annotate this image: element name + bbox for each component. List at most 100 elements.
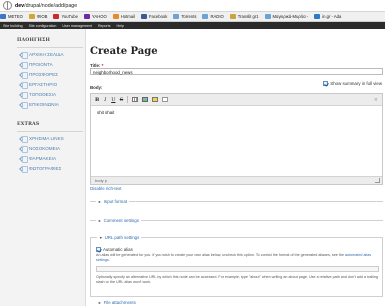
sidebar-item-label: ΕΠΙΚΟΙΝΩΝΙΑ (29, 102, 59, 107)
sidebar-item[interactable]: ΠΡΟΣΦΟΡΕΣ (19, 71, 85, 79)
chevron-icon (19, 165, 28, 173)
bookmark-favicon-icon (83, 14, 90, 19)
admin-menu-item[interactable]: Site configuration (29, 24, 57, 28)
sidebar-item[interactable]: ΤΟΠΟΘΕΣΙΑ (19, 91, 85, 99)
input-format-toggle[interactable]: ► Input format (96, 199, 129, 204)
resize-grip-icon[interactable] (375, 178, 380, 183)
bookmark-label: YAHOO (91, 14, 107, 19)
sidebar-item-label: ΕΡΓΑΣΤΗΡΙΟ (29, 82, 58, 87)
bookmark-label: in.gr - Ada (322, 14, 342, 19)
strikethrough-button[interactable]: S (119, 97, 123, 103)
disable-rich-text-link[interactable]: Disable rich-text (90, 186, 121, 191)
bookmark-item[interactable]: YAHOO (83, 14, 107, 19)
bookmark-label: METEO (8, 14, 23, 19)
globe-icon (3, 1, 12, 10)
rich-text-editor[interactable]: B I U S × shit shait body p (90, 93, 383, 185)
editor-content[interactable]: shit shait (91, 106, 382, 119)
sidebar-item[interactable]: ΠΡΟΙΟΝΤΑ (19, 61, 85, 69)
sidebar-item-label: ΠΡΟΣΦΟΡΕΣ (29, 72, 59, 77)
bookmark-item[interactable]: RADIO (202, 14, 224, 19)
chevron-icon (19, 101, 28, 109)
automatic-alias-checkbox[interactable] (96, 247, 101, 252)
show-summary-toggle[interactable]: Show summary in full view (323, 81, 382, 86)
chevron-icon (19, 155, 28, 163)
sidebar-item[interactable]: ΕΡΓΑΣΤΗΡΙΟ (19, 81, 85, 89)
bookmark-item[interactable]: Μαγειρικά-Μυρίτα - (264, 14, 308, 19)
admin-menu-item[interactable]: Site building (3, 24, 23, 28)
bookmark-label: Translit gr1 (237, 14, 259, 19)
bookmark-favicon-icon (264, 14, 271, 19)
sidebar-item[interactable]: ΝΟΣΟΚΟΜΕΙΑ (19, 145, 85, 153)
bookmark-item[interactable]: Facebook (140, 14, 168, 19)
sidebar-item[interactable]: ΦΩΤΟΓΡΑΦΙΕΣ (19, 165, 85, 173)
bookmark-item[interactable]: YouTube (53, 14, 78, 19)
underline-button[interactable]: U (111, 97, 115, 103)
bookmark-item[interactable]: in.gr - Ada (314, 14, 341, 19)
sidebar-item-label: ΧΡΗΣΙΜΑ LINKS (29, 136, 64, 141)
input-format-label: Input format (103, 199, 127, 204)
admin-menu-item[interactable]: Reports (98, 24, 111, 28)
table-icon[interactable] (132, 97, 139, 102)
admin-menu-item[interactable]: User management (62, 24, 92, 28)
collapsed-arrow-icon: ► (98, 199, 102, 204)
body-label: Body: (90, 85, 103, 90)
bookmark-item[interactable]: Translit gr1 (229, 14, 259, 19)
expanded-arrow-icon: ▼ (99, 235, 103, 240)
editor-statusbar: body p (91, 176, 382, 184)
italic-button[interactable]: I (103, 97, 107, 103)
bookmark-favicon-icon (28, 14, 35, 19)
bookmark-label: RADIO (210, 14, 224, 19)
bookmark-label: Facebook (148, 14, 168, 19)
sidebar-item-label: ΤΟΠΟΘΕΣΙΑ (29, 92, 57, 97)
format-icon[interactable] (162, 97, 169, 102)
admin-toolbar: Site building Site configuration User mana… (0, 22, 385, 29)
url-text[interactable]: dev/drupal/node/add/page (15, 3, 77, 9)
alias-help-text: Optionally specify an alternative URL by… (96, 275, 378, 284)
bookmark-favicon-icon (0, 14, 6, 19)
automatic-alias-toggle[interactable]: Automatic alias (96, 247, 133, 252)
comment-settings-fieldset: ► Comment settings (90, 218, 383, 223)
chevron-icon (19, 51, 28, 59)
sidebar-item[interactable]: ΑΡΧΙΚΗ ΣΕΛΙΔΑ (19, 51, 85, 59)
show-summary-label: Show summary in full view (330, 81, 382, 86)
sidebar-item-label: ΝΟΣΟΚΟΜΕΙΑ (29, 146, 61, 151)
chevron-icon (19, 145, 28, 153)
sidebar: ΠΛΟΗΓΗΣΗ ΑΡΧΙΚΗ ΣΕΛΙΔΑ ΠΡΟΙΟΝΤΑ ΠΡΟΣΦΟΡΕΣ Ε… (0, 29, 86, 306)
bookmark-item[interactable]: METEO (0, 14, 23, 19)
file-attachments-toggle[interactable]: ► File attachments (96, 300, 138, 305)
editor-close-icon[interactable]: × (374, 97, 378, 103)
sidebar-item[interactable]: ΧΡΗΣΙΜΑ LINKS (19, 135, 85, 143)
divider (17, 47, 83, 48)
title-input[interactable]: neighborhood_news (90, 68, 383, 75)
sidebar-item[interactable]: ΦΑΡΜΑΚΕΙΑ (19, 155, 85, 163)
bookmarks-bar: METEO ΦΙΟΒ YouTube YAHOO Hotmail Facebook Torr… (0, 12, 385, 22)
sidebar-item[interactable]: ΕΠΙΚΟΙΝΩΝΙΑ (19, 101, 85, 109)
bookmark-label: ΦΙΟΒ (36, 14, 48, 19)
address-bar[interactable]: dev/drupal/node/add/page (0, 0, 385, 12)
bookmark-item[interactable]: Torrents (173, 14, 196, 19)
text-color-icon[interactable] (152, 97, 159, 102)
url-path-settings-label: URL path settings (104, 235, 140, 240)
comment-settings-toggle[interactable]: ► Comment settings (96, 218, 141, 223)
bookmark-item[interactable]: ΦΙΟΒ (28, 14, 48, 19)
bookmark-label: YouTube (61, 14, 78, 19)
toolbar-separator (127, 96, 129, 103)
bookmark-label: Hotmail (120, 14, 135, 19)
bookmark-favicon-icon (53, 14, 60, 19)
main-content: Create Page Title: * neighborhood_news S… (86, 29, 385, 306)
admin-menu-item[interactable]: Help (117, 24, 124, 28)
url-path-settings-toggle[interactable]: ▼ URL path settings (97, 235, 142, 240)
url-alias-input[interactable] (96, 266, 379, 272)
page-title: Create Page (90, 46, 158, 57)
show-summary-checkbox[interactable] (323, 81, 329, 86)
chevron-icon (19, 91, 28, 99)
file-attachments-label: File attachments (103, 300, 136, 305)
chevron-icon (19, 61, 28, 69)
bold-button[interactable]: B (95, 97, 99, 103)
bookmark-item[interactable]: Hotmail (112, 14, 135, 19)
divider (17, 131, 83, 132)
chevron-icon (19, 135, 28, 143)
bookmark-favicon-icon (314, 14, 321, 19)
image-icon[interactable] (142, 97, 149, 102)
chevron-icon (19, 71, 28, 79)
